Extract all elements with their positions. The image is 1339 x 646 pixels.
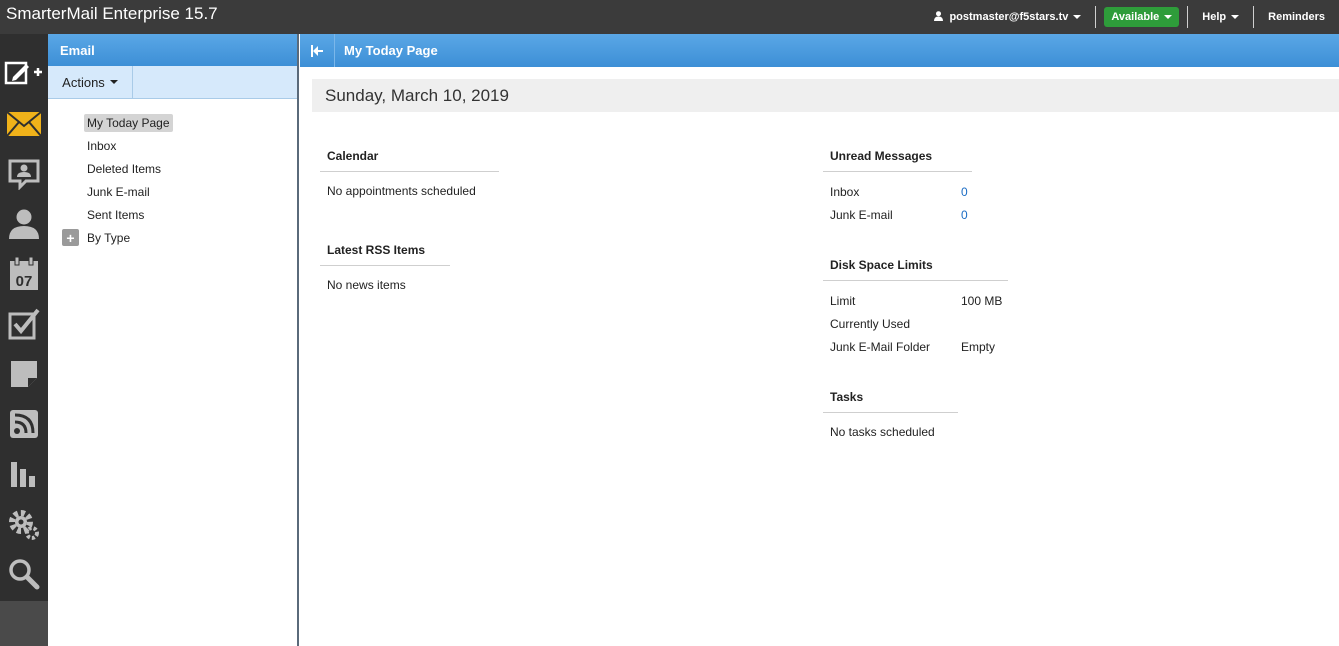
search-icon[interactable] [4,554,44,594]
chat-icon[interactable] [4,154,44,194]
chevron-down-icon [1164,15,1173,19]
folder-list: My Today Page Inbox Deleted Items Junk E… [48,99,297,249]
calendar-day-number: 07 [16,273,33,290]
status-button[interactable]: Available [1104,7,1180,27]
folder-label: Inbox [87,138,117,153]
top-bar: SmarterMail Enterprise 15.7 postmaster@f… [0,0,1339,34]
folder-label: My Today Page [84,113,173,132]
folder-panel-header: Email [48,34,297,66]
unread-title: Unread Messages [823,149,972,172]
calendar-text: No appointments scheduled [327,184,476,198]
disk-label: Junk E-Mail Folder [830,340,931,354]
actions-label: Actions [62,74,105,90]
calendar-title: Calendar [320,149,499,172]
app-title: SmarterMail Enterprise 15.7 [6,4,218,23]
folder-by-type[interactable]: + By Type [48,226,297,249]
folder-label: By Type [87,230,131,245]
user-icon [934,10,944,24]
actions-button[interactable]: Actions [48,66,133,98]
actions-bar: Actions [48,66,297,99]
help-menu[interactable]: Help [1187,6,1253,28]
folder-label: Junk E-mail [87,184,150,199]
date-header: Sunday, March 10, 2019 [312,79,1339,112]
top-right-menu: postmaster@f5stars.tv Available Help Rem… [920,0,1339,34]
chevron-down-icon [1073,15,1082,19]
tasks-text: No tasks scheduled [830,425,935,439]
help-label: Help [1202,11,1227,23]
reminders-menu[interactable]: Reminders [1253,6,1339,28]
page-title: My Today Page [344,43,438,58]
disk-row-junk: Junk E-Mail Folder Empty [823,335,1008,358]
main-content: My Today Page Sunday, March 10, 2019 Cal… [300,34,1339,646]
disk-row-used: Currently Used [823,312,1008,335]
reminders-label: Reminders [1268,11,1325,23]
contacts-icon[interactable] [4,204,44,244]
tasks-section: Tasks No tasks scheduled [823,390,958,439]
calendar-section: Calendar No appointments scheduled [320,149,499,198]
status-label: Available [1111,11,1160,23]
unread-count-link[interactable]: 0 [961,185,968,199]
unread-count-link[interactable]: 0 [961,208,968,222]
tasks-title: Tasks [823,390,958,413]
unread-row-inbox: Inbox 0 [823,180,972,203]
rss-icon[interactable] [4,404,44,444]
folder-my-today-page[interactable]: My Today Page [48,111,297,134]
rss-title: Latest RSS Items [320,243,450,266]
notes-icon[interactable] [4,354,44,394]
icon-bar-footer [0,601,48,646]
settings-icon[interactable] [4,504,44,544]
chevron-down-icon [1231,15,1240,19]
status-wrap: Available [1095,6,1187,28]
app-icon-bar: 07 [0,34,48,646]
unread-messages-section: Unread Messages Inbox 0 Junk E-mail 0 [823,149,972,226]
unread-label: Inbox [830,185,860,199]
email-icon[interactable] [4,104,44,144]
expand-icon[interactable]: + [62,229,79,246]
disk-row-limit: Limit 100 MB [823,289,1008,312]
collapse-panel-button[interactable] [300,34,335,67]
unread-label: Junk E-mail [830,208,893,222]
disk-value: Empty [961,340,996,354]
unread-row-junk: Junk E-mail 0 [823,203,972,226]
disk-space-section: Disk Space Limits Limit 100 MB Currently… [823,258,1008,358]
disk-label: Limit [830,294,856,308]
folder-inbox[interactable]: Inbox [48,134,297,157]
reports-icon[interactable] [4,454,44,494]
folder-label: Deleted Items [87,161,162,176]
collapse-left-icon [311,44,323,57]
folder-sent-items[interactable]: Sent Items [48,203,297,226]
compose-icon[interactable] [4,54,44,94]
tasks-icon[interactable] [4,304,44,344]
rss-text: No news items [327,278,406,292]
rss-section: Latest RSS Items No news items [320,243,450,292]
folder-label: Sent Items [87,207,145,222]
chevron-down-icon [109,80,118,84]
user-email: postmaster@f5stars.tv [949,11,1069,23]
folder-deleted-items[interactable]: Deleted Items [48,157,297,180]
folder-junk-email[interactable]: Junk E-mail [48,180,297,203]
calendar-icon[interactable]: 07 [4,254,44,294]
user-menu[interactable]: postmaster@f5stars.tv [920,6,1095,28]
main-header: My Today Page [300,34,1339,67]
folder-panel: Email Actions My Today Page Inbox Delete… [48,34,299,646]
disk-title: Disk Space Limits [823,258,1008,281]
disk-label: Currently Used [830,317,911,331]
disk-value: 100 MB [961,294,1003,308]
